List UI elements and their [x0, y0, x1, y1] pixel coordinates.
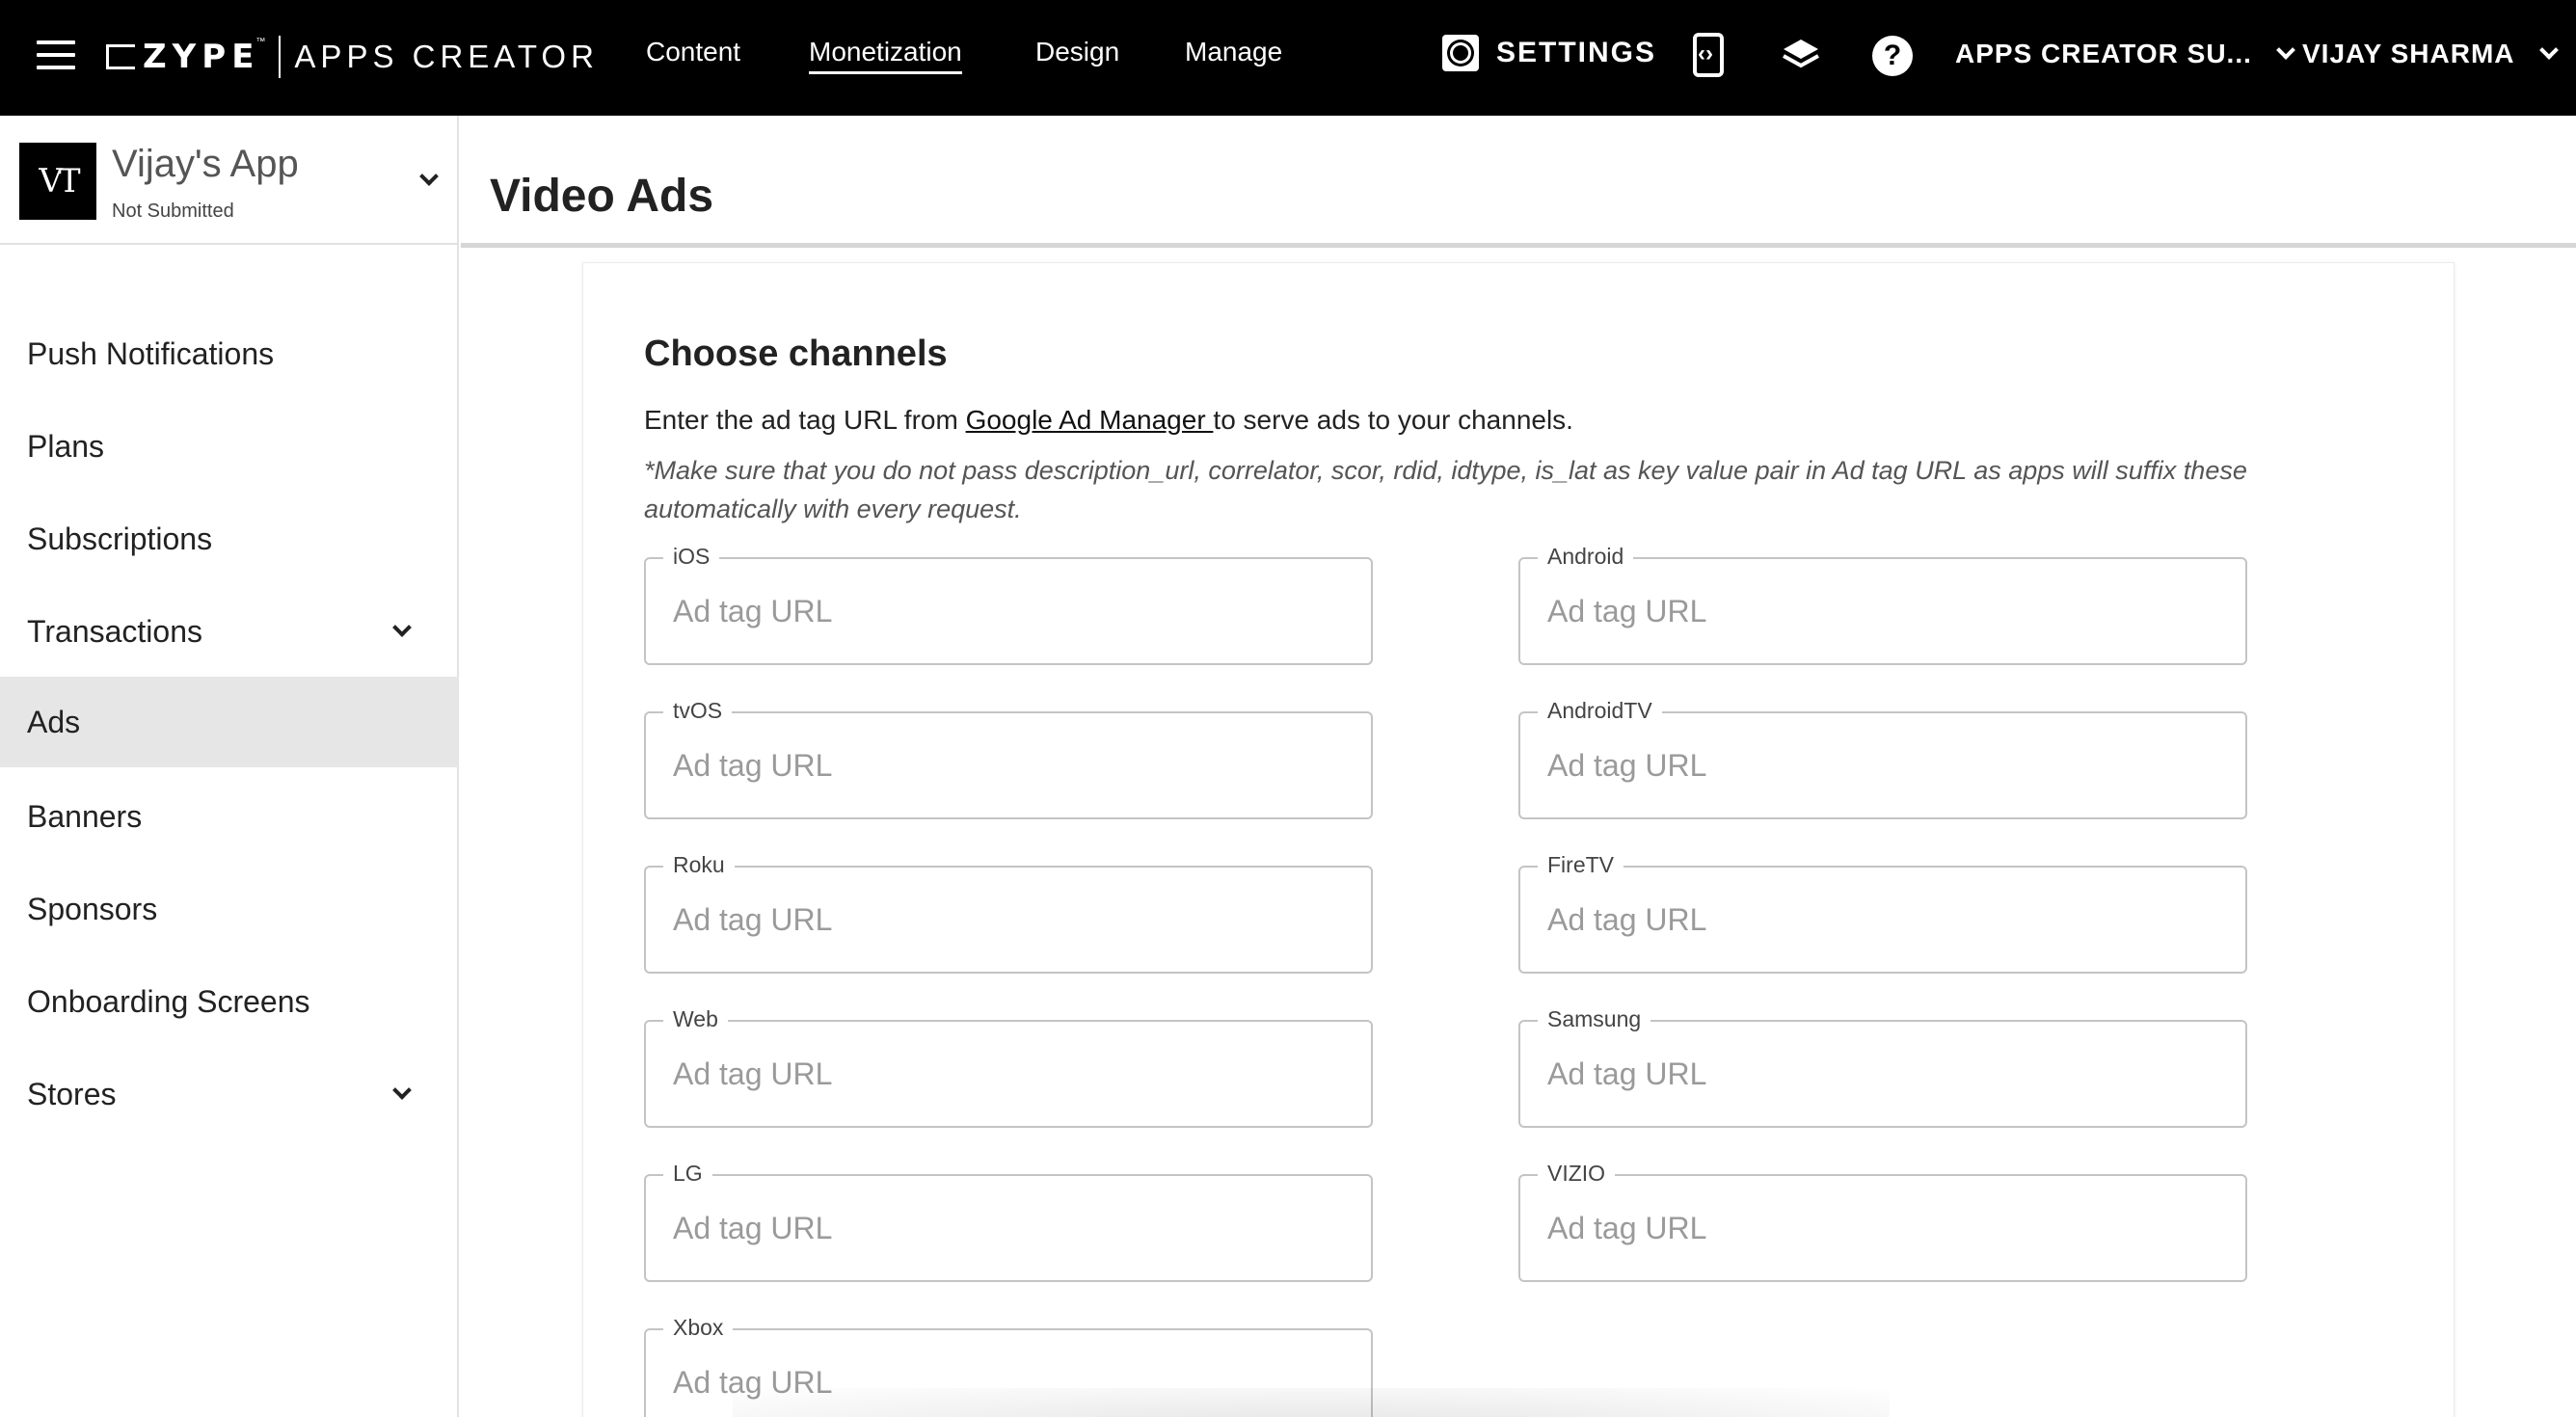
- top-navigation-bar: ZYPE ™ APPS CREATOR Content Monetization…: [0, 0, 2576, 116]
- samsung-ad-tag-field[interactable]: Samsung Ad tag URL: [1518, 1006, 2247, 1128]
- account-menu-label: APPS CREATOR SU...: [1955, 39, 2252, 68]
- field-placeholder: Ad tag URL: [673, 748, 833, 783]
- help-icon[interactable]: ?: [1872, 36, 1913, 76]
- scroll-shadow: [733, 1388, 1890, 1417]
- sidebar: VT Vijay's App Not Submitted Push Notifi…: [0, 116, 459, 1417]
- menu-icon[interactable]: [37, 40, 75, 71]
- sidebar-item-label: Transactions: [27, 614, 202, 649]
- user-menu[interactable]: VIJAY SHARMA: [2302, 39, 2559, 69]
- logo-trademark: ™: [255, 37, 266, 47]
- field-label: iOS: [663, 544, 720, 569]
- chevron-down-icon: [419, 167, 439, 186]
- nav-monetization[interactable]: Monetization: [809, 37, 962, 74]
- settings-button[interactable]: SETTINGS: [1442, 35, 1656, 71]
- field-placeholder: Ad tag URL: [673, 902, 833, 937]
- tvos-ad-tag-field[interactable]: tvOS Ad tag URL: [644, 698, 1373, 819]
- field-placeholder: Ad tag URL: [1547, 1056, 1707, 1091]
- field-placeholder: Ad tag URL: [673, 1211, 833, 1245]
- field-placeholder: Ad tag URL: [1547, 594, 1707, 628]
- app-avatar: VT: [19, 143, 96, 220]
- chevron-down-icon: [2538, 40, 2559, 60]
- app-selector[interactable]: VT Vijay's App Not Submitted: [0, 116, 459, 245]
- field-label: AndroidTV: [1538, 698, 1662, 723]
- chevron-down-icon: [392, 1081, 412, 1100]
- sidebar-item-ads[interactable]: Ads: [0, 677, 459, 767]
- field-placeholder: Ad tag URL: [1547, 748, 1707, 783]
- nav-design[interactable]: Design: [1035, 37, 1119, 67]
- field-label: VIZIO: [1538, 1161, 1616, 1186]
- logo-divider: [279, 36, 282, 78]
- sidebar-item-stores[interactable]: Stores: [0, 1049, 459, 1139]
- zype-logo[interactable]: ZYPE ™ APPS CREATOR: [106, 36, 599, 78]
- intro-text: Enter the ad tag URL from Google Ad Mana…: [644, 405, 1573, 436]
- logo-bracket: [106, 44, 135, 69]
- field-label: LG: [663, 1161, 712, 1186]
- sidebar-item-onboarding-screens[interactable]: Onboarding Screens: [0, 956, 459, 1047]
- field-label: Roku: [663, 852, 735, 877]
- field-label: Xbox: [663, 1315, 734, 1340]
- nav-manage[interactable]: Manage: [1185, 37, 1282, 67]
- app-name: Vijay's App: [112, 143, 299, 185]
- settings-label: SETTINGS: [1496, 37, 1657, 68]
- field-label: Android: [1538, 544, 1634, 569]
- web-ad-tag-field[interactable]: Web Ad tag URL: [644, 1006, 1373, 1128]
- section-title: Choose channels: [644, 334, 948, 374]
- chevron-down-icon: [392, 618, 412, 637]
- logo-product: APPS CREATOR: [294, 39, 599, 74]
- sidebar-item-banners[interactable]: Banners: [0, 771, 459, 862]
- android-ad-tag-field[interactable]: Android Ad tag URL: [1518, 544, 2247, 665]
- field-label: tvOS: [663, 698, 733, 723]
- logo-brand: ZYPE: [143, 38, 260, 76]
- account-menu[interactable]: APPS CREATOR SU...: [1955, 39, 2295, 69]
- field-label: Web: [663, 1006, 728, 1031]
- layers-icon[interactable]: [1782, 37, 1820, 75]
- roku-ad-tag-field[interactable]: Roku Ad tag URL: [644, 852, 1373, 974]
- intro-text-before: Enter the ad tag URL from: [644, 405, 966, 435]
- firetv-ad-tag-field[interactable]: FireTV Ad tag URL: [1518, 852, 2247, 974]
- page-title: Video Ads: [490, 171, 714, 222]
- sidebar-item-push-notifications[interactable]: Push Notifications: [0, 308, 459, 399]
- google-ad-manager-link[interactable]: Google Ad Manager: [966, 405, 1214, 435]
- field-label: Samsung: [1538, 1006, 1651, 1031]
- sidebar-item-subscriptions[interactable]: Subscriptions: [0, 494, 459, 584]
- nav-content[interactable]: Content: [646, 37, 740, 67]
- gear-icon: [1442, 35, 1479, 71]
- code-icon[interactable]: [1693, 33, 1724, 77]
- chevron-down-icon: [2276, 40, 2295, 60]
- ios-ad-tag-field[interactable]: iOS Ad tag URL: [644, 544, 1373, 665]
- sidebar-item-plans[interactable]: Plans: [0, 401, 459, 492]
- field-placeholder: Ad tag URL: [1547, 1211, 1707, 1245]
- intro-text-after: to serve ads to your channels.: [1213, 405, 1573, 435]
- field-label: FireTV: [1538, 852, 1623, 877]
- vizio-ad-tag-field[interactable]: VIZIO Ad tag URL: [1518, 1161, 2247, 1282]
- field-placeholder: Ad tag URL: [673, 594, 833, 628]
- field-placeholder: Ad tag URL: [1547, 902, 1707, 937]
- ad-url-note: *Make sure that you do not pass descript…: [644, 456, 2247, 523]
- field-placeholder: Ad tag URL: [673, 1056, 833, 1091]
- title-divider: [461, 243, 2576, 248]
- lg-ad-tag-field[interactable]: LG Ad tag URL: [644, 1161, 1373, 1282]
- user-menu-label: VIJAY SHARMA: [2302, 39, 2515, 68]
- sidebar-item-transactions[interactable]: Transactions: [0, 586, 459, 677]
- sidebar-item-label: Stores: [27, 1077, 117, 1111]
- sidebar-item-sponsors[interactable]: Sponsors: [0, 864, 459, 954]
- app-status: Not Submitted: [112, 201, 234, 222]
- androidtv-ad-tag-field[interactable]: AndroidTV Ad tag URL: [1518, 698, 2247, 819]
